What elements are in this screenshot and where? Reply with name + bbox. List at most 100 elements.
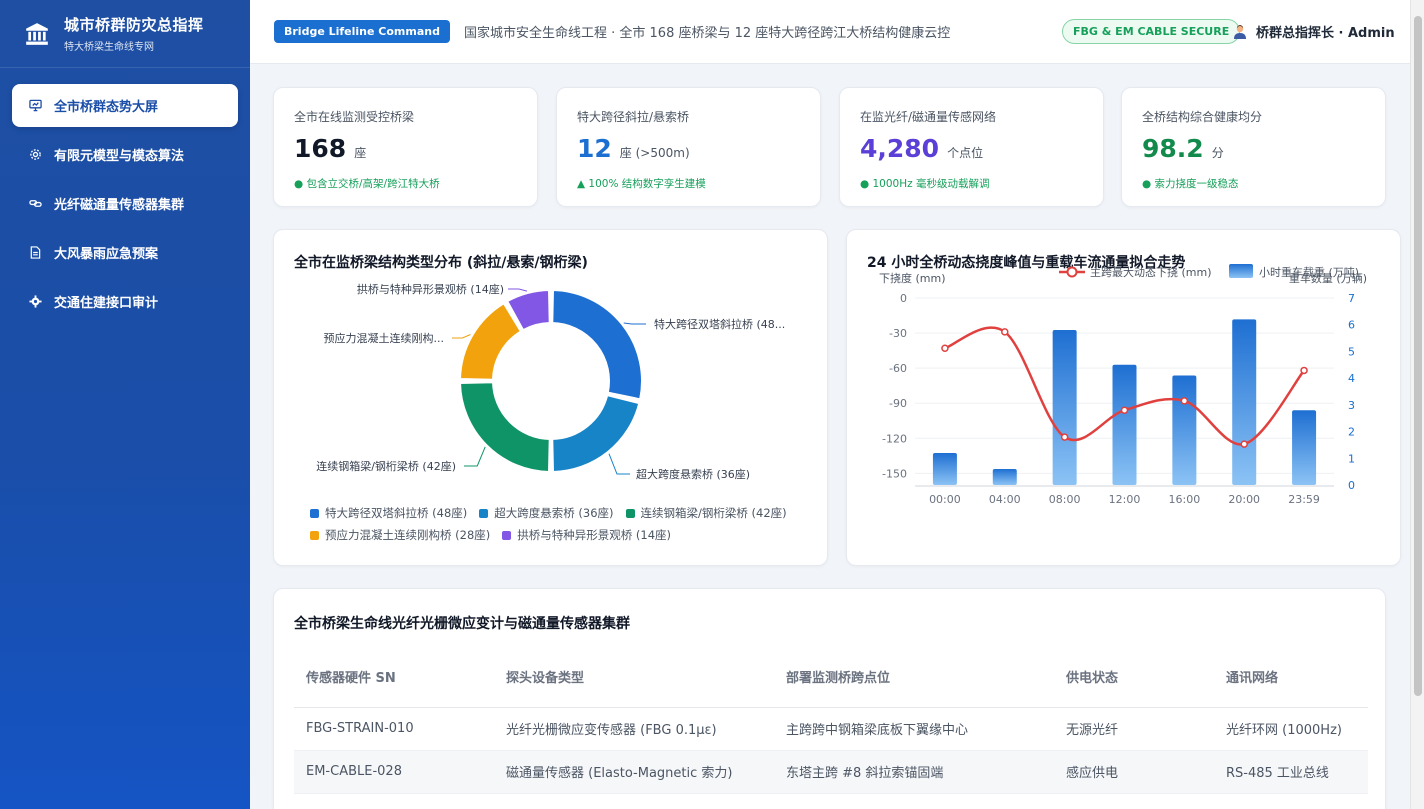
sidebar-item-label: 有限元模型与模态算法 [54, 149, 185, 164]
kpi-unit: 座 [354, 146, 367, 160]
x-tick-label: 00:00 [929, 493, 961, 506]
legend-swatch [502, 530, 512, 540]
legend-item[interactable]: 预应力混凝土连续刚构桥 (28座) [310, 527, 490, 543]
line-point[interactable] [941, 344, 949, 353]
donut-slice[interactable] [551, 289, 643, 401]
left-tick-label: -120 [882, 432, 907, 445]
bank-building-icon [26, 22, 48, 45]
line-point[interactable] [1300, 366, 1308, 375]
right-tick-label: 5 [1348, 345, 1355, 358]
header-description: 国家城市安全生命线工程 · 全市 168 座桥梁与 12 座特大跨径跨江大桥结构… [464, 26, 951, 41]
donut-label-line [452, 334, 471, 339]
kpi-unit: 个点位 [947, 146, 984, 160]
left-tick-label: 0 [900, 292, 907, 305]
sidebar-item-sensor-cluster[interactable]: 光纤磁通量传感器集群 [12, 182, 238, 225]
legend-swatch [625, 508, 635, 518]
right-tick-label: 1 [1348, 452, 1355, 465]
sidebar-item-fem-model[interactable]: 有限元模型与模态算法 [12, 133, 238, 176]
left-tick-label: -150 [882, 467, 907, 480]
bar[interactable] [1172, 375, 1197, 485]
donut-legend-row-1: 特大跨径双塔斜拉桥 (48座) 超大跨度悬索桥 (36座) 连续钢箱梁/钢桁梁桥… [310, 505, 799, 521]
link-icon [28, 197, 42, 211]
column-header[interactable]: 通讯网络 [1214, 647, 1368, 708]
column-header[interactable]: 供电状态 [1054, 647, 1214, 708]
left-tick-label: -90 [889, 397, 907, 410]
sidebar-item-label: 大风暴雨应急预案 [54, 247, 159, 262]
donut-label-line [508, 288, 528, 292]
legend-line-label[interactable]: 主跨最大动态下挠 (mm) [1090, 265, 1212, 279]
legend-item[interactable]: 超大跨度悬索桥 (36座) [479, 505, 614, 521]
legend-label: 连续钢箱梁/钢桁梁桥 (42座) [640, 506, 787, 520]
right-tick-label: 6 [1348, 319, 1355, 332]
legend-bar-label[interactable]: 小时重车载重 (万吨) [1259, 265, 1359, 279]
sidebar-item-label: 交通住建接口审计 [54, 296, 159, 311]
line-point[interactable] [1001, 328, 1009, 336]
donut-slice[interactable] [459, 381, 551, 473]
cell-sn: EM-CABLE-028 [294, 750, 494, 794]
kpi-label: 在监光纤/磁通量传感网络 [860, 110, 997, 124]
kpi-footnote: ● 索力挠度一级稳态 [1142, 178, 1239, 190]
deflection-trend-chart-card: 24 小时全桥动态挠度峰值与重载车流通量拟合走势 下挠度 (mm) 重车数量 (万… [846, 229, 1401, 566]
kpi-card-long-span: 特大跨径斜拉/悬索桥 12 座 (>500m) ▲ 100% 结构数字孪生建模 [556, 87, 821, 207]
x-tick-label: 04:00 [989, 493, 1021, 506]
donut-legend-row-2: 预应力混凝土连续刚构桥 (28座) 拱桥与特种异形景观桥 (14座) [310, 527, 683, 543]
sidebar-item-interface-audit[interactable]: 交通住建接口审计 [12, 280, 238, 323]
line-point[interactable] [1060, 433, 1069, 441]
right-tick-label: 0 [1348, 479, 1355, 492]
kpi-value: 168 [294, 134, 347, 163]
bar[interactable] [992, 468, 1017, 485]
table-title: 全市桥梁生命线光纤光栅微应变计与磁通量传感器集群 [294, 616, 630, 632]
bar[interactable] [1112, 364, 1137, 485]
user-avatar-icon [1234, 24, 1246, 39]
bar[interactable] [932, 452, 957, 485]
donut-chart: 特大跨径双塔斜拉桥 (48... 超大跨度悬索桥 (36座) 连续钢箱梁/钢桁梁桥 … [316, 282, 785, 481]
legend-line-marker [1066, 266, 1078, 278]
sensor-table-wrapper: 传感器硬件 SN 探头设备类型 部署监测桥跨点位 供电状态 通讯网络 FBG-S… [294, 647, 1368, 794]
x-tick-label: 12:00 [1109, 493, 1141, 506]
legend-item[interactable]: 特大跨径双塔斜拉桥 (48座) [310, 505, 467, 521]
x-tick-label: 20:00 [1228, 493, 1260, 506]
column-header[interactable]: 传感器硬件 SN [294, 647, 494, 708]
x-tick-label: 23:59 [1288, 493, 1320, 506]
donut-slice[interactable] [459, 302, 522, 381]
donut-slice-label: 预应力混凝土连续刚构... [324, 331, 445, 345]
left-tick-label: -30 [889, 327, 907, 340]
chart-title: 全市在监桥梁结构类型分布 (斜拉/悬索/钢桁梁) [294, 255, 588, 271]
cell-sn: FBG-STRAIN-010 [294, 707, 494, 751]
bar[interactable] [1292, 410, 1317, 485]
legend-bar-swatch [1229, 264, 1253, 278]
line-point[interactable] [1180, 397, 1189, 405]
secure-status-badge: FBG & EM CABLE SECURE [1062, 19, 1241, 44]
line-point[interactable] [1240, 440, 1248, 448]
sidebar-nav: 全市桥群态势大屏 有限元模型与模态算法 光纤磁通量传感器集群 大风暴雨应急预案 … [0, 68, 250, 345]
table-row[interactable]: EM-CABLE-028 磁通量传感器 (Elasto-Magnetic 索力)… [294, 750, 1368, 794]
brand: 城市桥群防灾总指挥 特大桥梁生命线专网 [0, 0, 250, 68]
bar[interactable] [1232, 319, 1257, 485]
page-scrollbar[interactable] [1410, 0, 1424, 809]
sidebar-item-emergency-plan[interactable]: 大风暴雨应急预案 [12, 231, 238, 274]
left-tick-label: -60 [889, 362, 907, 375]
cell-location: 东塔主跨 #8 斜拉索锚固端 [774, 750, 1054, 794]
legend-item[interactable]: 连续钢箱梁/钢桁梁桥 (42座) [625, 505, 787, 521]
donut-label-line [464, 446, 486, 467]
donut-slice[interactable] [551, 394, 641, 473]
scrollbar-thumb[interactable] [1414, 16, 1422, 696]
gear-icon [28, 295, 42, 309]
donut-slice-label: 超大跨度悬索桥 (36座) [636, 467, 750, 481]
user-menu[interactable]: 桥群总指挥长 · Admin [1232, 22, 1395, 41]
sidebar-item-dashboard[interactable]: 全市桥群态势大屏 [12, 84, 238, 127]
legend-item[interactable]: 拱桥与特种异形景观桥 (14座) [502, 527, 671, 543]
donut-slice-label: 特大跨径双塔斜拉桥 (48... [654, 317, 785, 331]
cell-power: 无源光纤 [1054, 707, 1214, 751]
table-row[interactable]: FBG-STRAIN-010 光纤光栅微应变传感器 (FBG 0.1με) 主跨… [294, 707, 1368, 751]
line-point[interactable] [1120, 406, 1129, 414]
brand-subtitle: 特大桥梁生命线专网 [64, 42, 154, 53]
table-header-row: 传感器硬件 SN 探头设备类型 部署监测桥跨点位 供电状态 通讯网络 [294, 647, 1368, 708]
brand-badge: Bridge Lifeline Command [274, 20, 450, 43]
column-header[interactable]: 探头设备类型 [494, 647, 774, 708]
combo-chart: 下挠度 (mm) 重车数量 (万辆)0-30-60-90-120-15001234… [879, 264, 1367, 506]
kpi-label: 全市在线监测受控桥梁 [294, 110, 415, 124]
column-header[interactable]: 部署监测桥跨点位 [774, 647, 1054, 708]
bar[interactable] [1052, 330, 1077, 485]
legend-swatch [310, 508, 319, 518]
